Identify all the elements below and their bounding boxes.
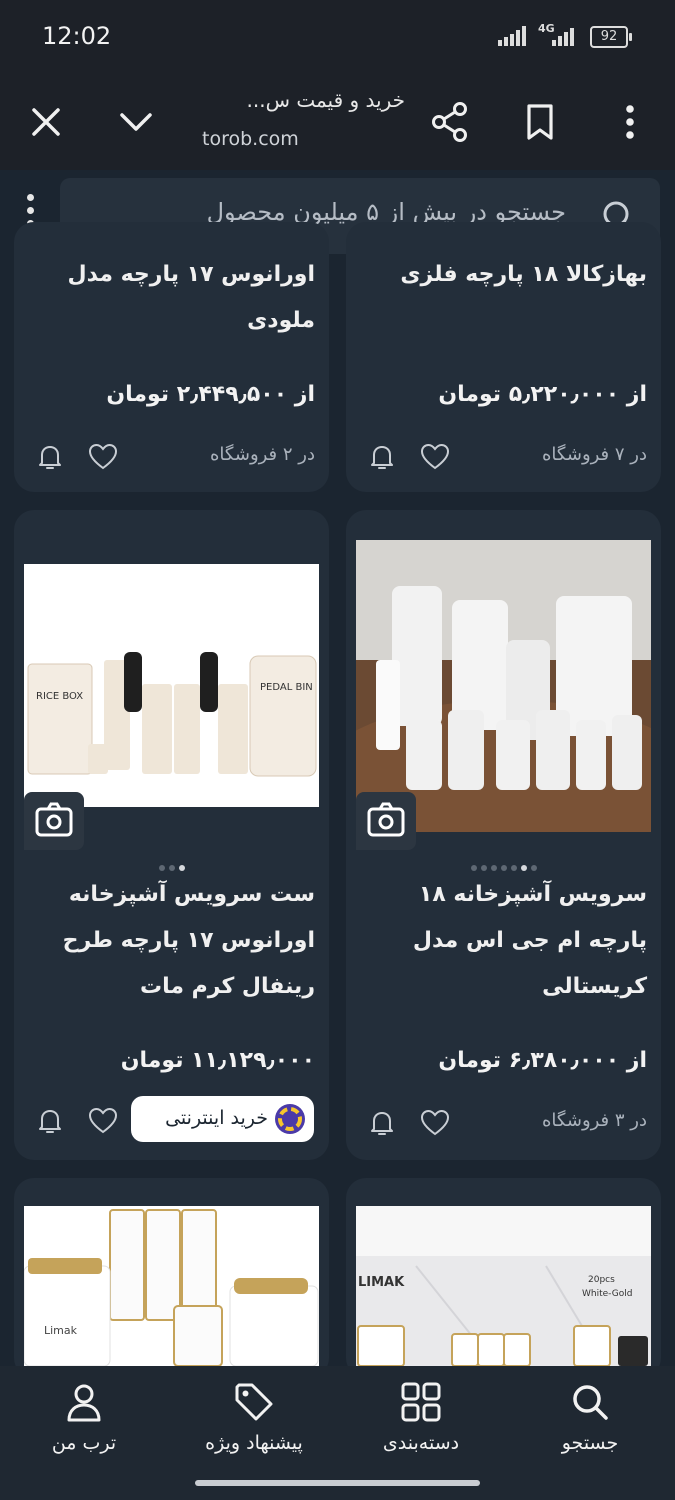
search-icon	[573, 1385, 608, 1420]
visual-search-button[interactable]	[24, 792, 84, 850]
browser-toolbar: خرید و قیمت س... torob.com	[0, 72, 675, 171]
limak-set-photo: LIMAK 20pcs White-Gold	[356, 1206, 651, 1367]
user-icon	[67, 1384, 101, 1422]
page-url[interactable]: torob.com	[202, 128, 299, 150]
product-title: ست سرویس آشپزخانه اورانوس ۱۷ پارچه طرح ر…	[62, 882, 315, 999]
buy-online-label: خرید اینترنتی	[165, 1107, 268, 1129]
nav-categories-label: دسته‌بندی	[382, 1432, 460, 1454]
limak-canisters-photo: Limak	[23, 1206, 319, 1367]
camera-search-icon	[367, 802, 405, 837]
share-icon[interactable]	[428, 100, 472, 144]
bell-icon[interactable]	[35, 1106, 65, 1136]
nav-my-torob[interactable]: ترب من	[14, 1380, 154, 1454]
battery-icon: 92	[590, 26, 632, 48]
product-image[interactable]: LIMAK 20pcs White-Gold	[356, 1206, 651, 1367]
image-pagination-dots	[454, 856, 554, 871]
buy-online-badge[interactable]: خرید اینترنتی	[131, 1096, 314, 1142]
tag-icon	[235, 1383, 273, 1421]
pieces-text: 20pcs	[588, 1275, 615, 1285]
limak-brand-text: LIMAK	[358, 1275, 405, 1290]
image-pagination-dots	[122, 856, 222, 871]
limak-label: Limak	[44, 1324, 78, 1337]
product-price: از ۲٫۴۴۹٫۵۰۰ تومان	[106, 382, 315, 407]
product-price: ۱۱٫۱۲۹٫۰۰۰ تومان	[120, 1048, 315, 1073]
product-title: سرویس آشپزخانه ۱۸ پارچه ام جی اس مدل کری…	[412, 882, 647, 999]
product-image[interactable]	[346, 540, 661, 880]
product-image[interactable]: Limak	[23, 1206, 319, 1367]
product-title: بهازکالا ۱۸ پارچه فلزی	[400, 262, 647, 287]
signal-icon	[498, 26, 526, 46]
product-card[interactable]: اورانوس ۱۷ پارچه مدل ملودی از ۲٫۴۴۹٫۵۰۰ …	[14, 222, 329, 492]
product-card[interactable]: RICE BOX PEDAL BIN ست سرویس آشپزخانه اور…	[14, 510, 329, 1160]
chevron-down-icon[interactable]	[114, 100, 158, 144]
bell-icon[interactable]	[367, 442, 397, 472]
status-bar: 12:02 4G 92	[0, 0, 675, 72]
heart-icon[interactable]	[420, 442, 450, 472]
heart-icon[interactable]	[88, 442, 118, 472]
product-card[interactable]: سرویس آشپزخانه ۱۸ پارچه ام جی اس مدل کری…	[346, 510, 661, 1160]
grid-icon	[401, 1382, 441, 1422]
product-card[interactable]: Limak	[14, 1178, 329, 1378]
nav-special-offers-label: پیشنهاد ویژه	[205, 1432, 303, 1454]
product-price: از ۶٫۳۸۰٫۰۰۰ تومان	[438, 1048, 647, 1073]
close-icon[interactable]	[24, 100, 68, 144]
canisters-photo: RICE BOX PEDAL BIN	[24, 564, 319, 807]
product-title: اورانوس ۱۷ پارچه مدل ملودی	[67, 262, 315, 333]
product-stores: در ۷ فروشگاه	[542, 444, 647, 465]
product-stores: در ۳ فروشگاه	[542, 1110, 647, 1131]
bell-icon[interactable]	[35, 442, 65, 472]
torob-logo-icon	[275, 1104, 305, 1134]
product-stores: در ۲ فروشگاه	[210, 444, 315, 465]
visual-search-button[interactable]	[356, 792, 416, 850]
bell-icon[interactable]	[367, 1108, 397, 1138]
page-title[interactable]: خرید و قیمت س...	[195, 88, 405, 112]
nav-categories[interactable]: دسته‌بندی	[351, 1380, 491, 1454]
product-card[interactable]: LIMAK 20pcs White-Gold	[346, 1178, 661, 1378]
camera-search-icon	[35, 802, 73, 837]
product-image[interactable]: RICE BOX PEDAL BIN	[24, 564, 319, 807]
rice-box-label: RICE BOX	[36, 691, 83, 702]
status-time: 12:02	[42, 22, 112, 50]
product-price: از ۵٫۲۲۰٫۰۰۰ تومان	[438, 382, 647, 407]
color-text: White-Gold	[582, 1289, 632, 1299]
nav-search[interactable]: جستجو	[520, 1380, 660, 1454]
signal-icon-2	[552, 28, 574, 46]
pedal-bin-label: PEDAL BIN	[260, 682, 313, 693]
more-vertical-icon[interactable]	[608, 100, 652, 144]
nav-my-torob-label: ترب من	[51, 1432, 117, 1454]
bookmark-icon[interactable]	[518, 100, 562, 144]
heart-icon[interactable]	[420, 1108, 450, 1138]
heart-icon[interactable]	[88, 1106, 118, 1136]
home-indicator[interactable]	[195, 1480, 480, 1486]
nav-search-label: جستجو	[561, 1432, 619, 1454]
nav-special-offers[interactable]: پیشنهاد ویژه	[184, 1380, 324, 1454]
product-card[interactable]: بهازکالا ۱۸ پارچه فلزی از ۵٫۲۲۰٫۰۰۰ توما…	[346, 222, 661, 492]
containers-photo	[346, 540, 661, 880]
